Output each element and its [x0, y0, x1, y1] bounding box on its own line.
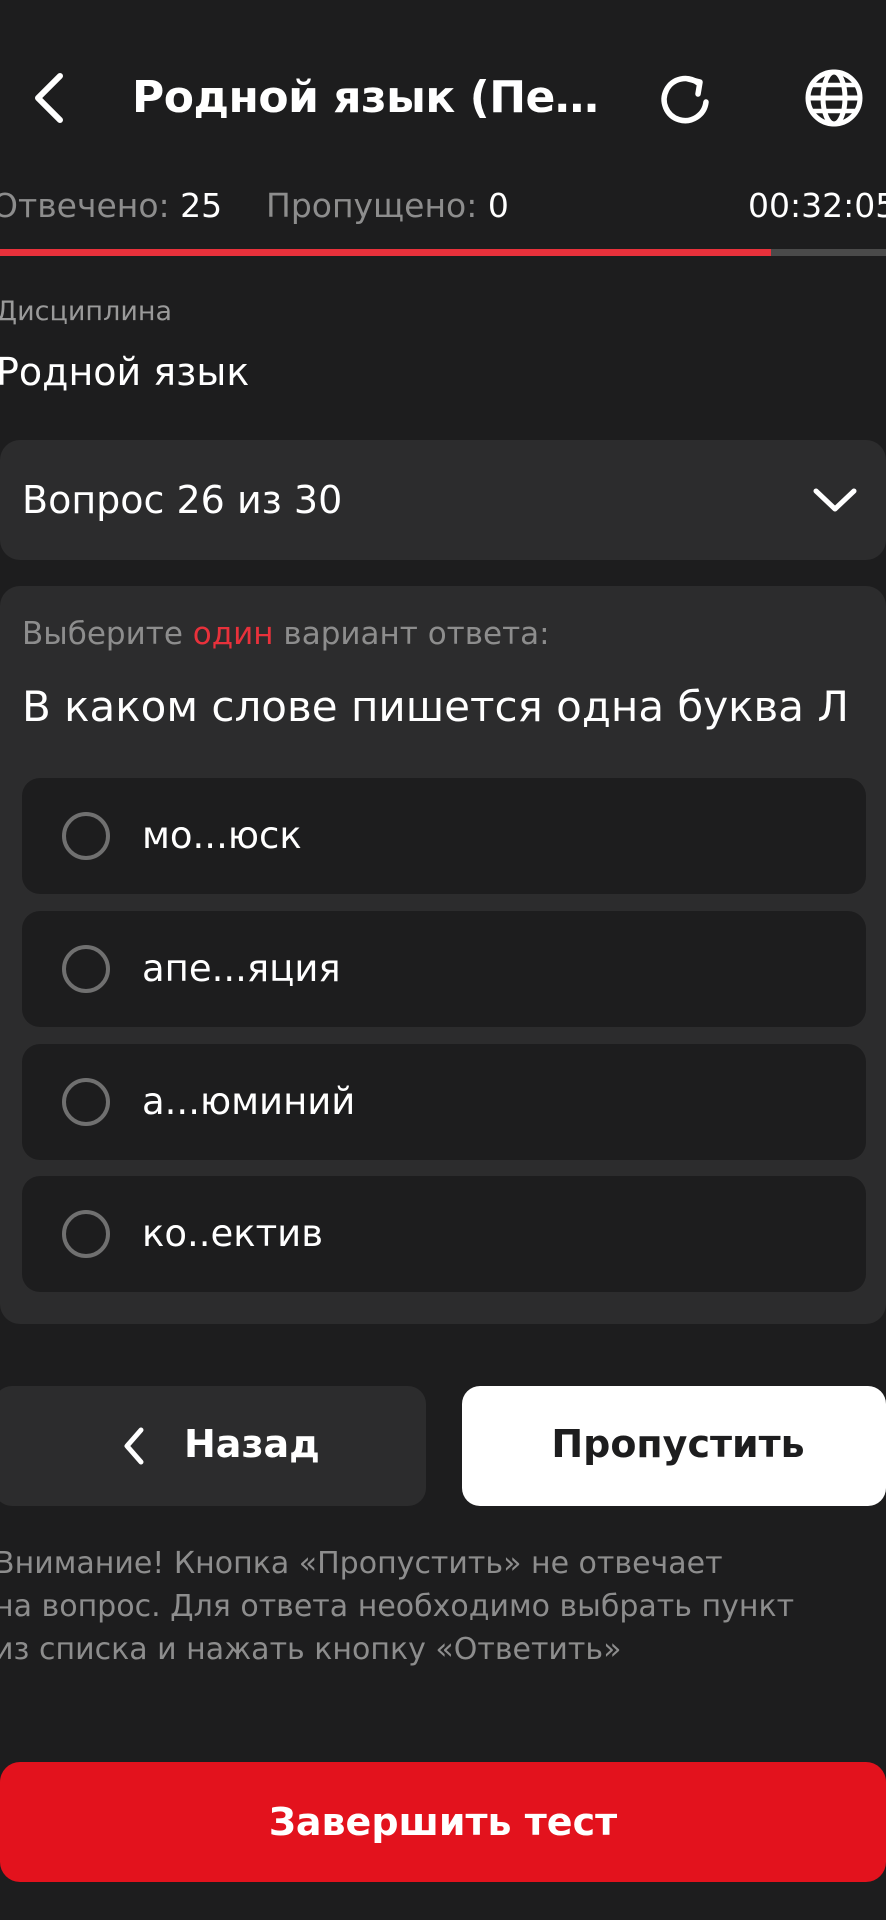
back-button-label: Назад — [184, 1422, 320, 1466]
notice-line: Внимание! Кнопка «Пропустить» не отвечае… — [0, 1546, 723, 1581]
skip-notice: Внимание! Кнопка «Пропустить» не отвечае… — [0, 1542, 874, 1671]
back-button[interactable]: Назад — [0, 1386, 426, 1506]
timer: 00:32:05 — [748, 186, 886, 225]
chevron-left-icon — [124, 1427, 144, 1465]
skipped-label: Пропущено: — [266, 186, 478, 225]
answer-option[interactable]: а...юминий — [22, 1044, 866, 1160]
chevron-left-icon-wrap — [114, 1422, 154, 1470]
skip-button-label: Пропустить — [551, 1422, 805, 1466]
skipped-count: 0 — [487, 186, 509, 225]
chevron-down-icon-wrap — [810, 478, 860, 522]
radio-icon — [62, 945, 110, 993]
language-button[interactable] — [800, 64, 868, 132]
answered-count: 25 — [180, 186, 223, 225]
instruction-text-start: Выберите — [22, 616, 193, 652]
answer-instruction: Выберите один вариант ответа: — [22, 616, 550, 652]
radio-icon — [62, 812, 110, 860]
chevron-down-icon — [813, 488, 857, 512]
refresh-button[interactable] — [652, 64, 720, 132]
question-selector[interactable]: Вопрос 26 из 30 — [0, 440, 886, 560]
back-icon-button[interactable] — [20, 66, 80, 130]
page-title: Родной язык (Пер... — [132, 72, 602, 123]
globe-icon — [805, 69, 863, 127]
skip-button[interactable]: Пропустить — [462, 1386, 886, 1506]
finish-test-button[interactable]: Завершить тест — [0, 1762, 886, 1882]
answer-option[interactable]: ко..ектив — [22, 1176, 866, 1292]
radio-icon — [62, 1078, 110, 1126]
answer-option-label: мо...юск — [142, 814, 302, 857]
answered-label: Отвечено: — [0, 186, 170, 225]
app-header: Родной язык (Пер... — [0, 50, 886, 146]
finish-test-label: Завершить тест — [268, 1800, 618, 1844]
discipline-label: Дисциплина — [0, 296, 173, 327]
chevron-left-icon — [35, 73, 63, 123]
answer-option[interactable]: мо...юск — [22, 778, 866, 894]
skipped-stat: Пропущено: 0 — [266, 186, 509, 225]
refresh-icon — [661, 75, 709, 124]
notice-line: на вопрос. Для ответа необходимо выбрать… — [0, 1589, 795, 1624]
discipline-value: Родной язык — [0, 350, 250, 394]
radio-icon — [62, 1210, 110, 1258]
question-card: Выберите один вариант ответа: В каком сл… — [0, 586, 886, 1324]
answer-option-label: ко..ектив — [142, 1212, 324, 1255]
question-selector-label: Вопрос 26 из 30 — [22, 478, 343, 522]
test-screen: Родной язык (Пер... Отвечено: 25 Пропуще… — [0, 0, 886, 1920]
instruction-accent: один — [192, 616, 274, 652]
notice-line: из списка и нажать кнопку «Ответить» — [0, 1632, 622, 1667]
test-stats: Отвечено: 25 Пропущено: 0 00:32:05 — [0, 186, 886, 236]
question-text: В каком слове пишется одна буква Л — [22, 682, 849, 731]
progress-fill — [0, 249, 771, 256]
answer-option-label: а...юминий — [142, 1080, 356, 1123]
answer-option-label: апе...яция — [142, 947, 341, 990]
progress-bar — [0, 249, 886, 256]
answered-stat: Отвечено: 25 — [0, 186, 222, 225]
instruction-text-end: вариант ответа: — [273, 616, 550, 652]
answer-option[interactable]: апе...яция — [22, 911, 866, 1027]
